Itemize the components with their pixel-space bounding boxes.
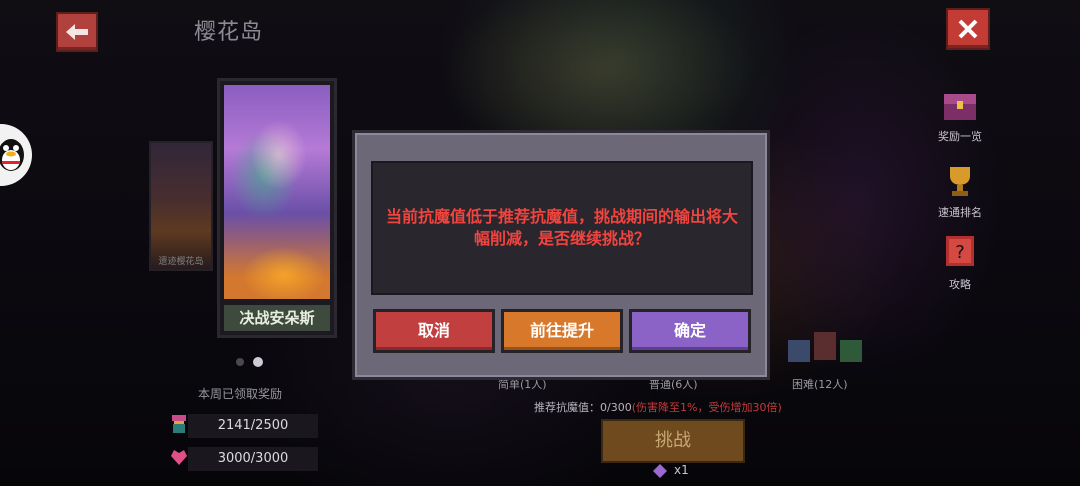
ticket-icon (653, 464, 667, 478)
difficulty-hard[interactable]: 困难(12人) (792, 376, 848, 392)
carousel-dot-2[interactable] (253, 357, 263, 367)
svg-text:?: ? (955, 242, 965, 263)
challenge-cost: x1 (674, 463, 689, 477)
back-button[interactable] (56, 12, 98, 52)
stage-card-previous-label: 遗迹樱花岛 (158, 257, 204, 267)
stage-card-previous[interactable]: 遗迹樱花岛 (149, 141, 213, 271)
recommended-value: 0/300 (600, 401, 632, 414)
weekly-reward-label: 本周已领取奖励 (198, 387, 283, 401)
confirm-button[interactable]: 确定 (629, 309, 751, 353)
medal-icon (172, 415, 186, 433)
dialog-message-box: 当前抗魔值低于推荐抗魔值，挑战期间的输出将大幅削减，是否继续挑战？ (371, 161, 753, 295)
boss-portrait-art (224, 85, 330, 299)
stage-card-current[interactable]: 决战安朵斯 (217, 78, 337, 338)
recommended-label: 推荐抗魔值： (534, 401, 600, 414)
qq-penguin-icon (0, 139, 24, 171)
trophy-icon (950, 167, 970, 196)
close-button[interactable] (946, 8, 990, 50)
confirm-dialog: 当前抗魔值低于推荐抗魔值，挑战期间的输出将大幅削减，是否继续挑战？ 取消 前往提… (352, 130, 770, 380)
close-icon (958, 19, 978, 39)
speed-rank-button[interactable]: 速通排名 (930, 164, 990, 220)
stage-card-title: 决战安朵斯 (224, 305, 330, 331)
recommended-warning: (伤害降至1%，受伤增加30倍) (631, 401, 782, 414)
back-arrow-icon (66, 24, 88, 40)
hard-difficulty-heroes (788, 332, 862, 362)
go-upgrade-button[interactable]: 前往提升 (501, 309, 623, 353)
recommended-resistance: 推荐抗魔值：0/300(伤害降至1%，受伤增加30倍) (534, 399, 782, 415)
reward-list-label: 奖励一览 (938, 130, 982, 143)
guide-book-icon: ? (946, 236, 974, 266)
cancel-button[interactable]: 取消 (373, 309, 495, 353)
guide-button[interactable]: ? 攻略 (930, 234, 990, 292)
page-title: 樱花岛 (194, 20, 264, 45)
guide-label: 攻略 (949, 278, 971, 291)
challenge-button[interactable]: 挑战 (601, 419, 745, 463)
reward-progress-1: 2141/2500 (188, 414, 318, 438)
game-screen: 樱花岛 遗迹樱花岛 决战安朵斯 本周已领取奖励 2141/2500 3000/3… (0, 0, 1080, 486)
reward-list-button[interactable]: 奖励一览 (930, 88, 990, 144)
treasure-chest-icon (944, 94, 976, 120)
dialog-message: 当前抗魔值低于推荐抗魔值，挑战期间的输出将大幅削减，是否继续挑战？ (385, 207, 738, 248)
reward-progress-2: 3000/3000 (188, 447, 318, 471)
heart-shard-icon (171, 450, 187, 465)
speed-rank-label: 速通排名 (938, 206, 982, 219)
carousel-dot-1[interactable] (236, 358, 244, 366)
